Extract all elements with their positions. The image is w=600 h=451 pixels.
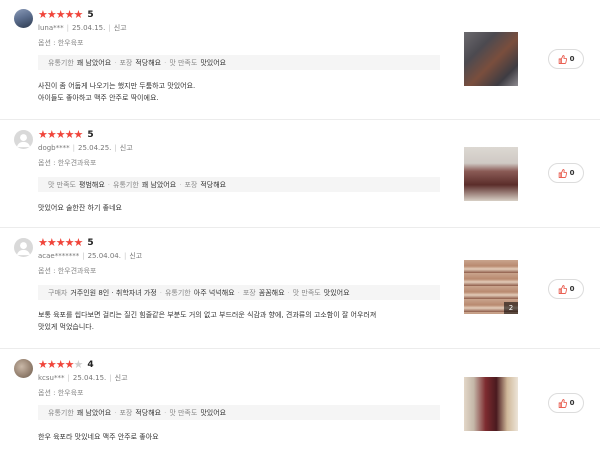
rating-score: 5 <box>87 130 94 140</box>
helpful-button[interactable]: 0 <box>548 393 584 413</box>
rating-score: 5 <box>87 10 94 20</box>
user-avatar <box>14 238 33 257</box>
thumbs-up-icon <box>558 398 567 408</box>
purchase-option: 옵션 : 한우육포 <box>38 389 84 397</box>
helpful-button[interactable]: 0 <box>548 163 584 183</box>
star-icon: ★ <box>73 358 84 371</box>
star-icon: ★ <box>55 358 66 371</box>
star-icon: ★ <box>38 358 48 371</box>
star-rating: ★ ★ ★ ★ ★ 5 <box>38 9 94 21</box>
purchase-option: 옵션 : 한우견과육포 <box>38 267 97 275</box>
thumbs-up-icon <box>558 54 567 64</box>
star-icon: ★ <box>46 358 57 371</box>
star-rating: ★ ★ ★ ★ ★ 4 <box>38 359 94 371</box>
user-id: acae******* <box>38 252 80 260</box>
helpful-button[interactable]: 0 <box>548 279 584 299</box>
star-rating: ★ ★ ★ ★ ★ 5 <box>38 129 94 141</box>
report-link[interactable]: 신고 <box>114 24 127 32</box>
user-id: dogb**** <box>38 144 70 152</box>
helpful-count: 0 <box>569 169 575 177</box>
review-photo[interactable] <box>464 377 518 431</box>
star-icon: ★ <box>55 128 66 141</box>
star-rating: ★ ★ ★ ★ ★ 5 <box>38 237 94 249</box>
helpful-count: 0 <box>569 399 575 407</box>
user-id: kcsu*** <box>38 374 65 382</box>
helpful-count: 0 <box>569 285 575 293</box>
report-link[interactable]: 신고 <box>115 374 128 382</box>
purchase-option: 옵션 : 한우육포 <box>38 39 84 47</box>
report-link[interactable]: 신고 <box>129 252 142 260</box>
star-icon: ★ <box>64 236 75 249</box>
thumbs-up-icon <box>558 168 567 178</box>
star-icon: ★ <box>46 128 57 141</box>
star-icon: ★ <box>64 358 75 371</box>
review-date: 25.04.04. <box>87 252 121 260</box>
star-icon: ★ <box>55 8 66 21</box>
default-user-icon <box>16 134 31 148</box>
rating-score: 5 <box>87 238 94 248</box>
review-photo[interactable] <box>464 32 518 86</box>
review-date: 25.04.15. <box>72 374 107 382</box>
user-avatar <box>14 9 33 28</box>
star-icon: ★ <box>38 8 48 21</box>
star-icon: ★ <box>73 128 84 141</box>
review-tags: 유통기한 꽤 남았어요 · 포장 적당해요 · 맛 만족도 맛있어요 <box>38 55 440 70</box>
thumbs-up-icon <box>558 284 567 294</box>
review-photo[interactable]: 2 <box>464 260 518 314</box>
user-id: luna*** <box>38 24 64 32</box>
review-meta: luna*** | 25.04.15. | 신고 <box>38 24 127 32</box>
photo-count: 2 <box>504 302 518 314</box>
review-item: ★ ★ ★ ★ ★ 4 kcsu*** | 25.04.15. | 신고 옵션 : 한우육포 유… <box>0 349 600 451</box>
review-tags: 맛 만족도 평범해요 · 유통기한 꽤 남았어요 · 포장 적당해요 <box>38 177 440 192</box>
review-date: 25.04.25. <box>77 144 112 152</box>
star-icon: ★ <box>64 8 75 21</box>
star-icon: ★ <box>64 128 75 141</box>
review-text: 맛있어요 술한잔 하기 좋네요 <box>38 204 122 212</box>
review-text: 보통 육포를 씹다보면 걸리는 질긴 힘줄같은 부분도 거의 없고 부드러운 식… <box>38 311 377 331</box>
review-text: 한우 육포라 맛있네요 맥주 안주로 좋아요 <box>38 433 159 441</box>
star-icon: ★ <box>46 8 57 21</box>
review-item: ★ ★ ★ ★ ★ 5 acae******* | 25.04.04. | 신고 옵션 : 한우… <box>0 228 600 349</box>
review-item: ★ ★ ★ ★ ★ 5 luna*** | 25.04.15. | 신고 옵션 : 한우육포 유… <box>0 0 600 120</box>
review-meta: kcsu*** | 25.04.15. | 신고 <box>38 374 128 382</box>
review-tags: 구매자 거주인원 8인 · 취학자녀 가정 · 유통기한 아주 넉넉해요 · 포장 꼼꼼해… <box>38 285 440 300</box>
review-tags: 유통기한 꽤 남았어요 · 포장 적당해요 · 맛 만족도 맛있어요 <box>38 405 440 420</box>
report-link[interactable]: 신고 <box>120 144 133 152</box>
review-photo[interactable] <box>464 147 518 201</box>
review-meta: acae******* | 25.04.04. | 신고 <box>38 252 143 260</box>
star-icon: ★ <box>38 128 48 141</box>
purchase-option: 옵션 : 한우견과육포 <box>38 159 97 167</box>
helpful-count: 0 <box>569 55 575 63</box>
user-avatar <box>14 130 33 149</box>
default-user-icon <box>16 242 31 256</box>
review-text: 사진이 좀 어둡게 나오기는 했지만 두툼하고 맛있어요. 아이들도 좋아하고 … <box>38 82 196 102</box>
review-date: 25.04.15. <box>71 24 106 32</box>
star-icon: ★ <box>38 236 48 249</box>
star-icon: ★ <box>73 8 84 21</box>
rating-score: 4 <box>87 360 94 370</box>
user-avatar <box>14 359 33 378</box>
helpful-button[interactable]: 0 <box>548 49 584 69</box>
star-icon: ★ <box>46 236 57 249</box>
star-icon: ★ <box>55 236 66 249</box>
review-meta: dogb**** | 25.04.25. | 신고 <box>38 144 133 152</box>
review-item: ★ ★ ★ ★ ★ 5 dogb**** | 25.04.25. | 신고 옵션 : 한우견과육… <box>0 120 600 228</box>
star-icon: ★ <box>73 236 84 249</box>
